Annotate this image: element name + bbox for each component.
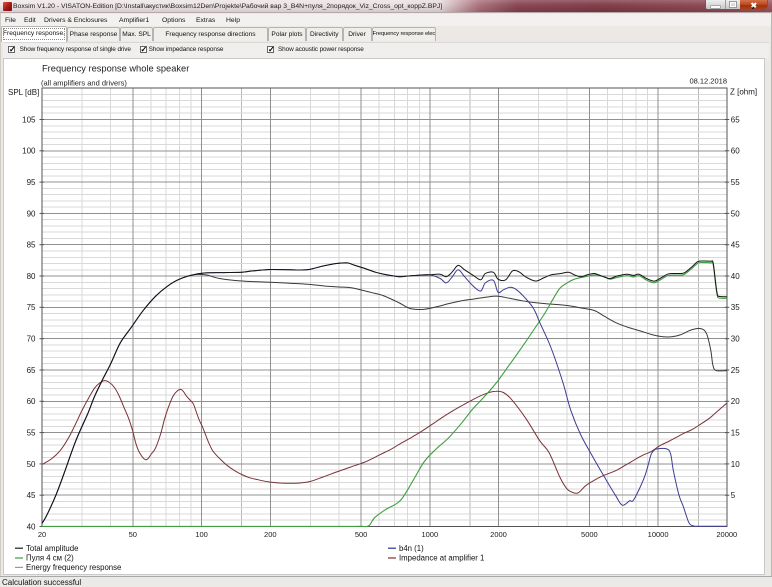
svg-text:45: 45 bbox=[27, 491, 36, 500]
svg-text:60: 60 bbox=[27, 397, 36, 406]
svg-text:(all amplifiers and drivers): (all amplifiers and drivers) bbox=[41, 79, 127, 88]
svg-text:60: 60 bbox=[731, 147, 740, 156]
svg-text:20000: 20000 bbox=[716, 530, 737, 539]
svg-text:Z [ohm]: Z [ohm] bbox=[730, 88, 757, 97]
svg-text:80: 80 bbox=[27, 272, 36, 281]
svg-text:10000: 10000 bbox=[648, 530, 669, 539]
svg-text:08.12.2018: 08.12.2018 bbox=[689, 77, 727, 86]
svg-text:45: 45 bbox=[731, 241, 740, 250]
svg-text:95: 95 bbox=[27, 178, 36, 187]
svg-text:35: 35 bbox=[731, 303, 740, 312]
svg-text:50: 50 bbox=[27, 460, 36, 469]
svg-text:Frequency response whole speak: Frequency response whole speaker bbox=[42, 64, 189, 74]
svg-text:15: 15 bbox=[731, 429, 740, 438]
svg-text:55: 55 bbox=[27, 429, 36, 438]
svg-text:50: 50 bbox=[731, 209, 740, 218]
svg-text:5: 5 bbox=[731, 491, 736, 500]
svg-text:25: 25 bbox=[731, 366, 740, 375]
svg-text:2000: 2000 bbox=[490, 530, 507, 539]
svg-text:500: 500 bbox=[355, 530, 368, 539]
svg-text:75: 75 bbox=[27, 303, 36, 312]
svg-text:30: 30 bbox=[731, 335, 740, 344]
svg-text:50: 50 bbox=[129, 530, 137, 539]
svg-text:65: 65 bbox=[27, 366, 36, 375]
svg-text:100: 100 bbox=[22, 147, 36, 156]
svg-text:90: 90 bbox=[27, 209, 36, 218]
svg-text:20: 20 bbox=[731, 397, 740, 406]
svg-text:85: 85 bbox=[27, 241, 36, 250]
svg-text:20: 20 bbox=[38, 530, 46, 539]
svg-text:10: 10 bbox=[731, 460, 740, 469]
svg-text:40: 40 bbox=[731, 272, 740, 281]
svg-text:5000: 5000 bbox=[581, 530, 598, 539]
svg-text:100: 100 bbox=[195, 530, 208, 539]
svg-text:1000: 1000 bbox=[421, 530, 438, 539]
svg-text:55: 55 bbox=[731, 178, 740, 187]
svg-text:Impedance at amplifier 1: Impedance at amplifier 1 bbox=[399, 554, 484, 563]
svg-text:SPL [dB]: SPL [dB] bbox=[8, 88, 39, 97]
svg-text:65: 65 bbox=[731, 115, 740, 124]
svg-text:40: 40 bbox=[27, 522, 36, 531]
svg-text:200: 200 bbox=[264, 530, 277, 539]
svg-text:Total amplitude: Total amplitude bbox=[26, 544, 78, 553]
svg-text:70: 70 bbox=[27, 335, 36, 344]
svg-text:Energy frequency response: Energy frequency response bbox=[26, 563, 121, 572]
svg-text:Пуля 4 см (2): Пуля 4 см (2) bbox=[26, 554, 74, 563]
svg-text:105: 105 bbox=[22, 115, 36, 124]
svg-text:b4n (1): b4n (1) bbox=[399, 544, 424, 553]
